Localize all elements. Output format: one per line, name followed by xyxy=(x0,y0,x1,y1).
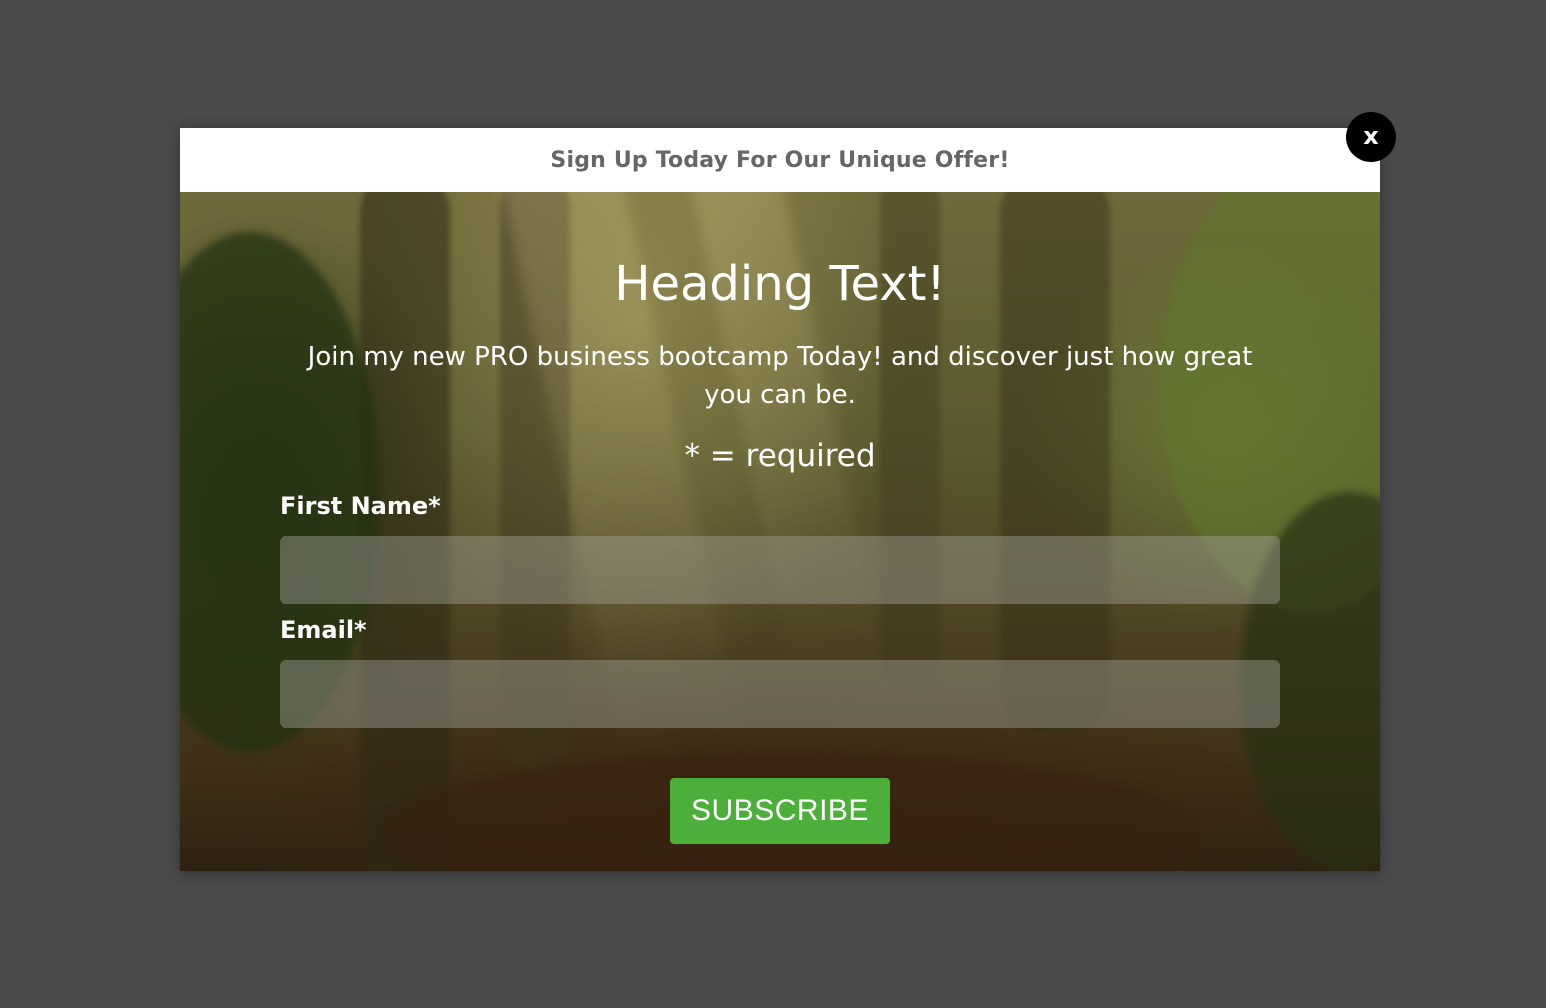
first-name-label: First Name* xyxy=(280,492,441,520)
subscribe-button[interactable]: SUBSCRIBE xyxy=(670,778,890,844)
email-label: Email* xyxy=(280,616,367,644)
close-icon: x xyxy=(1363,121,1379,150)
modal-header: Sign Up Today For Our Unique Offer! xyxy=(180,128,1380,192)
close-button[interactable]: x xyxy=(1346,112,1396,162)
first-name-input[interactable] xyxy=(280,536,1280,604)
modal-header-title: Sign Up Today For Our Unique Offer! xyxy=(550,147,1010,173)
signup-modal: Sign Up Today For Our Unique Offer! x He… xyxy=(180,112,1396,871)
required-note: * = required xyxy=(684,438,876,474)
modal-body-forest-background: Heading Text! Join my new PRO business b… xyxy=(180,192,1380,871)
signup-form-content: Heading Text! Join my new PRO business b… xyxy=(180,192,1380,871)
email-input[interactable] xyxy=(280,660,1280,728)
heading: Heading Text! xyxy=(614,256,946,312)
description-text: Join my new PRO business bootcamp Today!… xyxy=(307,342,1253,410)
